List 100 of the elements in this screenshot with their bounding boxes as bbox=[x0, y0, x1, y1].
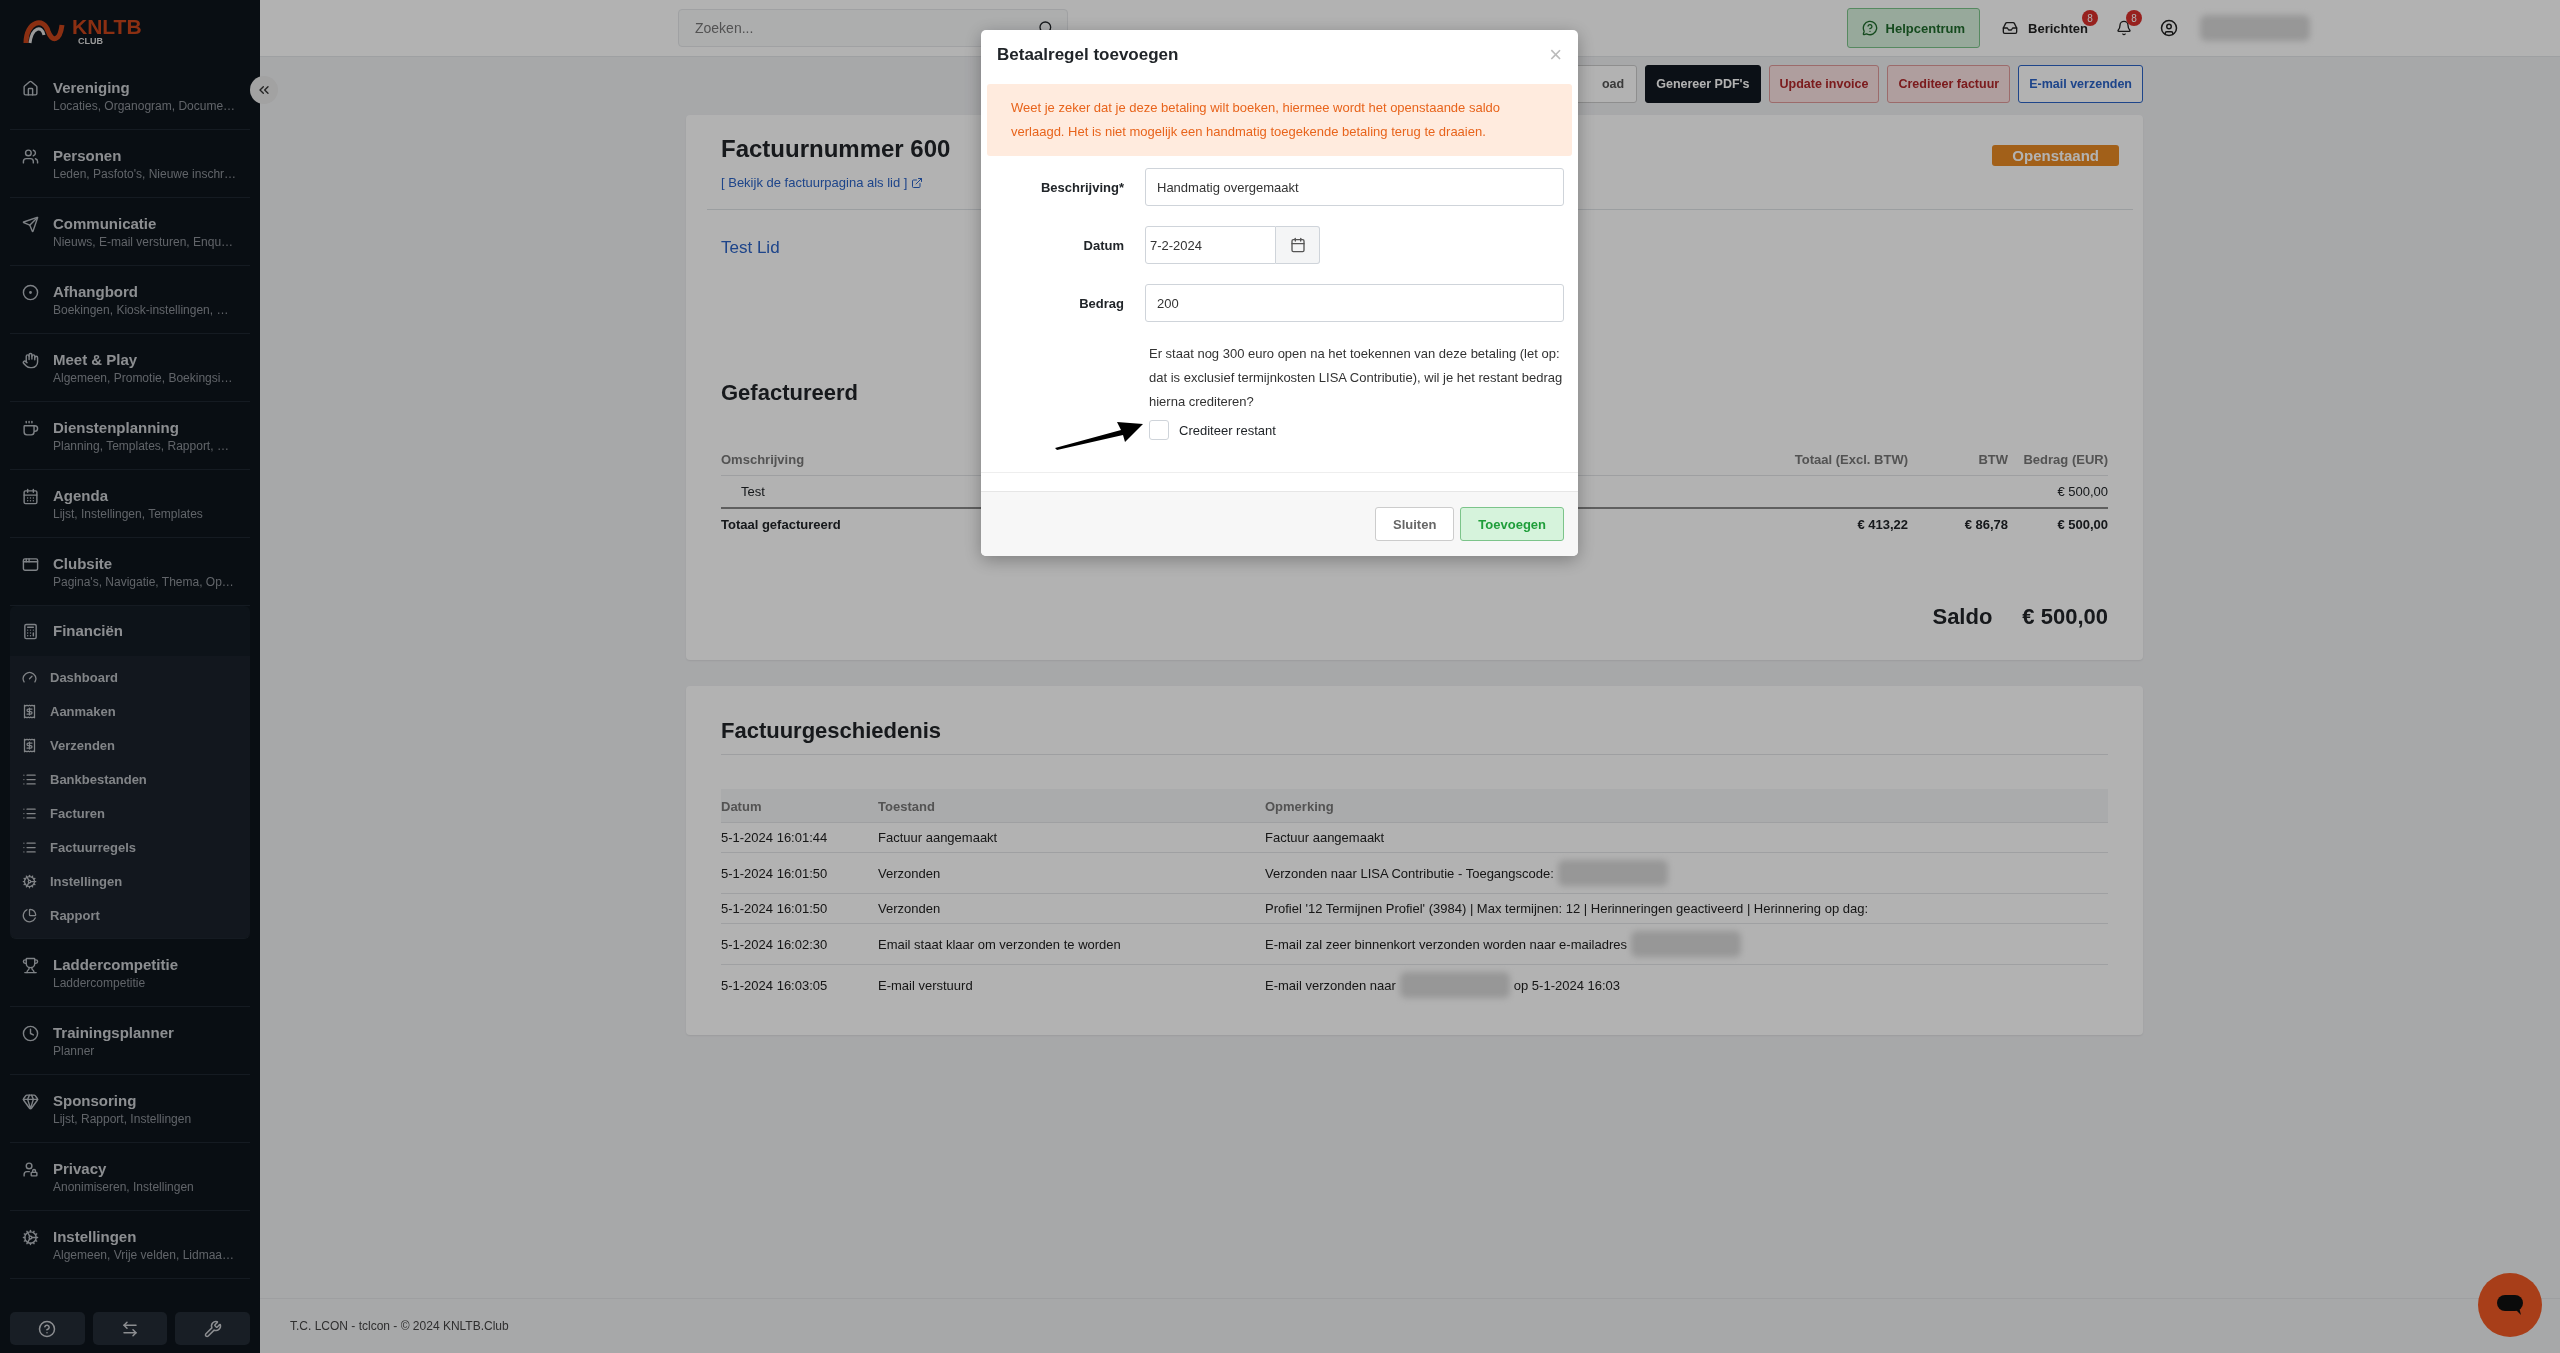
sidebar-item-title: Agenda bbox=[53, 487, 109, 504]
date-field[interactable]: 7-2-2024 bbox=[1145, 226, 1276, 264]
paper-plane-icon bbox=[22, 216, 39, 233]
trophy-icon bbox=[22, 957, 39, 974]
dialog-button[interactable]: Toevoegen bbox=[1460, 507, 1564, 541]
sidebar-subitem[interactable]: Instellingen bbox=[10, 864, 250, 898]
total-cell: Totaal gefactureerd bbox=[721, 517, 841, 532]
action-button[interactable]: E-mail verzenden bbox=[2018, 65, 2143, 103]
note-text: Factuur aangemaakt bbox=[1265, 830, 1385, 845]
sidebar-item[interactable]: Vereniging Locaties, Organogram, Docume… bbox=[10, 62, 250, 129]
note-text: E-mail verzonden naar bbox=[1265, 977, 1396, 993]
sidebar-subitem[interactable]: Bankbestanden bbox=[10, 762, 250, 796]
balance-label: Saldo bbox=[1932, 604, 1993, 630]
sidebar-item[interactable]: Laddercompetitie Laddercompetitie bbox=[10, 939, 250, 1006]
collapse-sidebar-button[interactable] bbox=[250, 76, 278, 104]
sidebar-item[interactable]: Communicatie Nieuws, E-mail versturen, Enqu… bbox=[10, 198, 250, 265]
sidebar-item[interactable]: Dienstenplanning Planning, Templates, Rapport, … bbox=[10, 402, 250, 469]
sidebar-item-title: Personen bbox=[53, 147, 123, 164]
list-icon bbox=[22, 771, 37, 787]
sidebar-item-title: Laddercompetitie bbox=[53, 956, 179, 973]
column-header: Totaal (Excl. BTW) bbox=[1708, 448, 1908, 476]
sidebar-item[interactable]: Privacy Anonimiseren, Instellingen bbox=[10, 1143, 250, 1210]
sidebar-item-subtitle: Algemeen, Vrije velden, Lidmaa… bbox=[53, 1248, 234, 1262]
sidebar-item-title: Instellingen bbox=[53, 1228, 138, 1245]
sidebar-subitem[interactable]: Dashboard bbox=[10, 660, 250, 694]
hand-icon bbox=[22, 352, 39, 369]
field-label: Beschrijving* bbox=[1039, 179, 1124, 195]
column-header: Toestand bbox=[878, 789, 1265, 823]
sidebar-item-title: Communicatie bbox=[53, 215, 158, 232]
sidebar-subitem[interactable]: Rapport bbox=[10, 898, 250, 932]
sidebar-item-subtitle: Nieuws, E-mail versturen, Enqu… bbox=[53, 235, 234, 249]
sidebar-item-subtitle: Boekingen, Kiosk-instellingen, … bbox=[53, 303, 229, 317]
table-cell: Factuur aangemaakt bbox=[878, 822, 1265, 853]
member-page-link[interactable]: [ Bekijk de factuurpagina als lid ] bbox=[721, 175, 924, 190]
calendar-icon bbox=[1289, 237, 1306, 253]
sidebar-item[interactable]: Trainingsplanner Planner bbox=[10, 1007, 250, 1074]
table-cell: Verzonden bbox=[878, 852, 1265, 894]
gears-icon bbox=[22, 873, 37, 889]
search-field[interactable]: Zoeken... bbox=[678, 9, 1068, 47]
tools-button[interactable] bbox=[175, 1312, 250, 1345]
table-cell: Email staat klaar om verzonden te worden bbox=[878, 923, 1265, 965]
sidebar-item[interactable]: Afhangbord Boekingen, Kiosk-instellingen, … bbox=[10, 266, 250, 333]
sidebar-item-subtitle: Anonimiseren, Instellingen bbox=[53, 1180, 194, 1194]
sidebar-item[interactable]: Financiën bbox=[10, 606, 250, 656]
sidebar-subitem[interactable]: Aanmaken bbox=[10, 694, 250, 728]
table-cell: 5-1-2024 16:02:30 bbox=[721, 923, 878, 965]
window-icon bbox=[22, 556, 39, 573]
sidebar-item-subtitle: Lijst, Instellingen, Templates bbox=[53, 507, 203, 521]
table-cell: 5-1-2024 16:01:50 bbox=[721, 852, 878, 894]
sidebar-item-subtitle: Pagina's, Navigatie, Thema, Op… bbox=[53, 575, 234, 589]
logo-subtext: CLUB bbox=[78, 37, 104, 46]
switch-button[interactable] bbox=[92, 1312, 168, 1345]
action-button[interactable]: Crediteer factuur bbox=[1887, 65, 2011, 103]
wrench-icon bbox=[203, 1319, 222, 1338]
remaining-note: Er staat nog 300 euro open na het toekennen van deze betaling (let op: dat is exclusief termijnkosten LISA Contributie), wil je het restant bedrag hierna crediteren? bbox=[1148, 345, 1564, 411]
sidebar-subitem[interactable]: Factuurregels bbox=[10, 830, 250, 864]
sidebar-item-title: Clubsite bbox=[53, 555, 114, 572]
action-button[interactable]: Update invoice bbox=[1768, 65, 1880, 103]
table-cell: E-mail verstuurd bbox=[878, 964, 1265, 1005]
sidebar-item[interactable]: Clubsite Pagina's, Navigatie, Thema, Op… bbox=[10, 538, 250, 605]
sidebar-item-title: Financiën bbox=[53, 622, 123, 639]
table-cell: Verzonden bbox=[878, 893, 1265, 924]
bell-icon bbox=[2116, 20, 2132, 36]
help-button[interactable] bbox=[10, 1312, 85, 1345]
sidebar-item[interactable]: Agenda Lijst, Instellingen, Templates bbox=[10, 470, 250, 537]
note-text: Verzonden naar LISA Contributie - Toegangscode: bbox=[1265, 865, 1554, 881]
dialog-button[interactable]: Sluiten bbox=[1375, 507, 1455, 541]
total-cell: € 500,00 bbox=[2057, 517, 2108, 532]
sidebar-subitem[interactable]: Facturen bbox=[10, 796, 250, 830]
user-icon bbox=[2160, 19, 2178, 37]
table-cell: 5-1-2024 16:01:50 bbox=[721, 893, 878, 924]
table-cell: 5-1-2024 16:01:44 bbox=[721, 822, 878, 853]
swap-arrows-icon bbox=[121, 1319, 139, 1338]
help-center-button[interactable]: Helpcentrum bbox=[1846, 8, 1981, 48]
gem-icon bbox=[22, 1093, 39, 1110]
sidebar-item[interactable]: Instellingen Algemeen, Vrije velden, Lidmaa… bbox=[10, 1211, 250, 1278]
input-field[interactable]: 200 bbox=[1145, 284, 1564, 322]
input-field[interactable]: Handmatig overgemaakt bbox=[1145, 168, 1564, 206]
balance-amount: € 500,00 bbox=[2022, 604, 2108, 630]
clock-icon bbox=[22, 1025, 39, 1042]
sidebar-item[interactable]: Meet & Play Algemeen, Promotie, Boekingsi… bbox=[10, 334, 250, 401]
column-header: Opmerking bbox=[1265, 789, 2108, 823]
checkbox[interactable] bbox=[1149, 420, 1169, 440]
bill-icon bbox=[22, 737, 37, 753]
sidebar-subitem[interactable]: Verzenden bbox=[10, 728, 250, 762]
sidebar-item-subtitle: Planning, Templates, Rapport, … bbox=[53, 439, 229, 453]
sidebar-item-subtitle: Algemeen, Promotie, Boekingsi… bbox=[53, 371, 233, 385]
sidebar-item[interactable]: Personen Leden, Pasfoto's, Nieuwe inschr… bbox=[10, 130, 250, 197]
sidebar-item[interactable]: Sponsoring Lijst, Rapport, Instellingen bbox=[10, 1075, 250, 1142]
column-header: Bedrag (EUR) bbox=[2008, 448, 2108, 476]
action-button[interactable]: Genereer PDF's bbox=[1645, 65, 1761, 103]
sidebar-item-title: Trainingsplanner bbox=[53, 1024, 174, 1041]
calculator-icon bbox=[22, 623, 39, 640]
sidebar-item-subtitle: Laddercompetitie bbox=[53, 976, 147, 990]
table-cell: 5-1-2024 16:03:05 bbox=[721, 964, 878, 1005]
member-link[interactable]: Test Lid bbox=[721, 238, 780, 258]
calendar-button[interactable] bbox=[1276, 226, 1320, 264]
note-text: E-mail zal zeer binnenkort verzonden worden naar e-mailadres bbox=[1265, 936, 1627, 952]
total-cell: € 86,78 bbox=[1964, 517, 2008, 532]
external-link-icon bbox=[911, 176, 924, 189]
